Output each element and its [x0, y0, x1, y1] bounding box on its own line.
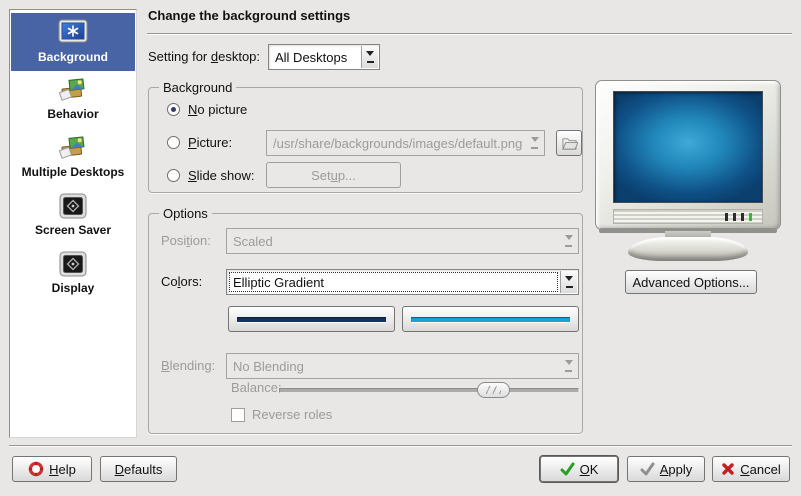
- cancel-x-icon: [721, 462, 735, 476]
- monitor-vents: [613, 209, 763, 224]
- slide-show-radio[interactable]: [167, 169, 180, 182]
- slide-show-setup-button[interactable]: Setup...: [266, 162, 401, 188]
- blending-combobox[interactable]: No Blending: [226, 353, 579, 379]
- ok-button[interactable]: OK: [540, 456, 618, 482]
- reverse-roles-label[interactable]: Reverse roles: [252, 402, 332, 428]
- screen-saver-icon: [59, 193, 87, 219]
- options-groupbox: Options Position: Scaled Colors: Ellipti…: [148, 213, 583, 434]
- blending-value: No Blending: [233, 359, 304, 374]
- picture-radio[interactable]: [167, 136, 180, 149]
- footer-separator: [9, 445, 792, 447]
- blending-label: Blending:: [161, 353, 215, 379]
- slider-track[interactable]: [279, 388, 579, 393]
- chevron-down-icon[interactable]: [560, 355, 577, 377]
- multiple-desktops-icon: [58, 135, 88, 161]
- sidebar-item-multiple-desktops[interactable]: Multiple Desktops: [11, 129, 135, 187]
- sidebar-item-label: Multiple Desktops: [22, 165, 125, 179]
- grip-icon: [486, 386, 501, 394]
- sidebar-item-label: Behavior: [47, 107, 98, 121]
- defaults-button-label: Defaults: [115, 462, 163, 477]
- open-folder-icon: [561, 136, 578, 151]
- gradient-color-2-swatch: [411, 317, 570, 322]
- balance-label: Balance:: [231, 378, 282, 398]
- gradient-color-1-swatch: [237, 317, 386, 322]
- background-preview: [595, 80, 781, 262]
- no-picture-radio[interactable]: [167, 103, 180, 116]
- cancel-button-label: Cancel: [740, 462, 780, 477]
- chevron-down-icon[interactable]: [361, 46, 378, 68]
- page-title: Change the background settings: [148, 8, 350, 23]
- display-icon: [59, 251, 87, 277]
- defaults-button[interactable]: Defaults: [100, 456, 177, 482]
- reverse-roles-checkbox[interactable]: [231, 408, 245, 422]
- monitor-buttons: [725, 213, 752, 221]
- apply-check-icon: [640, 462, 655, 476]
- monitor-screen-preview: [613, 91, 763, 203]
- ok-check-icon: [560, 462, 575, 476]
- advanced-options-button[interactable]: Advanced Options...: [625, 270, 757, 294]
- chevron-down-icon[interactable]: [560, 230, 577, 252]
- background-icon: [58, 19, 88, 46]
- chevron-down-icon[interactable]: [526, 132, 543, 154]
- apply-button-label: Apply: [660, 462, 693, 477]
- background-settings-dialog: { "header": { "title": "Change the backg…: [0, 0, 801, 496]
- slider-handle[interactable]: [477, 382, 510, 398]
- background-groupbox: Background No picture Picture: /usr/shar…: [148, 87, 583, 193]
- slide-show-label[interactable]: Slide show:: [188, 163, 254, 189]
- browse-picture-button[interactable]: [556, 130, 582, 156]
- no-picture-label[interactable]: No picture: [188, 97, 247, 123]
- desktop-selector-combobox[interactable]: All Desktops: [268, 44, 380, 70]
- position-value: Scaled: [233, 234, 273, 249]
- colors-combobox[interactable]: Elliptic Gradient: [226, 269, 579, 295]
- advanced-options-label: Advanced Options...: [632, 275, 749, 290]
- help-button[interactable]: Help: [12, 456, 92, 482]
- behavior-icon: [58, 77, 88, 103]
- title-separator: [147, 33, 792, 35]
- gradient-color-1-button[interactable]: [228, 306, 395, 332]
- focus-indicator: [229, 272, 558, 292]
- colors-label: Colors:: [161, 269, 202, 295]
- options-group-title: Options: [159, 206, 212, 221]
- help-lifebuoy-icon: [28, 461, 44, 477]
- apply-button[interactable]: Apply: [627, 456, 705, 482]
- sidebar-item-behavior[interactable]: Behavior: [11, 71, 135, 129]
- module-list: Background Behavior Multiple Desktops: [9, 9, 137, 438]
- picture-path-value: /usr/share/backgrounds/images/default.pn…: [273, 136, 522, 151]
- setup-button-label: Setup...: [311, 168, 356, 183]
- ok-button-label: OK: [580, 462, 599, 477]
- sidebar-item-label: Background: [38, 50, 108, 64]
- sidebar-item-label: Display: [52, 281, 95, 295]
- chevron-down-icon[interactable]: [560, 271, 577, 293]
- picture-label[interactable]: Picture:: [188, 130, 232, 156]
- help-button-label: Help: [49, 462, 76, 477]
- sidebar-item-label: Screen Saver: [35, 223, 111, 237]
- position-combobox[interactable]: Scaled: [226, 228, 579, 254]
- picture-path-combobox[interactable]: /usr/share/backgrounds/images/default.pn…: [266, 130, 545, 156]
- monitor-case: [595, 80, 781, 230]
- desktop-selector-label: Setting for desktop:: [148, 44, 260, 70]
- sidebar-item-background[interactable]: Background: [11, 13, 135, 71]
- balance-slider[interactable]: [279, 382, 579, 398]
- gradient-color-2-button[interactable]: [402, 306, 579, 332]
- background-group-title: Background: [159, 80, 236, 95]
- cancel-button[interactable]: Cancel: [712, 456, 790, 482]
- sidebar-item-display[interactable]: Display: [11, 245, 135, 303]
- position-label: Position:: [161, 228, 211, 254]
- sidebar-item-screen-saver[interactable]: Screen Saver: [11, 187, 135, 245]
- monitor-stand-base: [628, 237, 748, 261]
- desktop-selector-value: All Desktops: [275, 50, 347, 65]
